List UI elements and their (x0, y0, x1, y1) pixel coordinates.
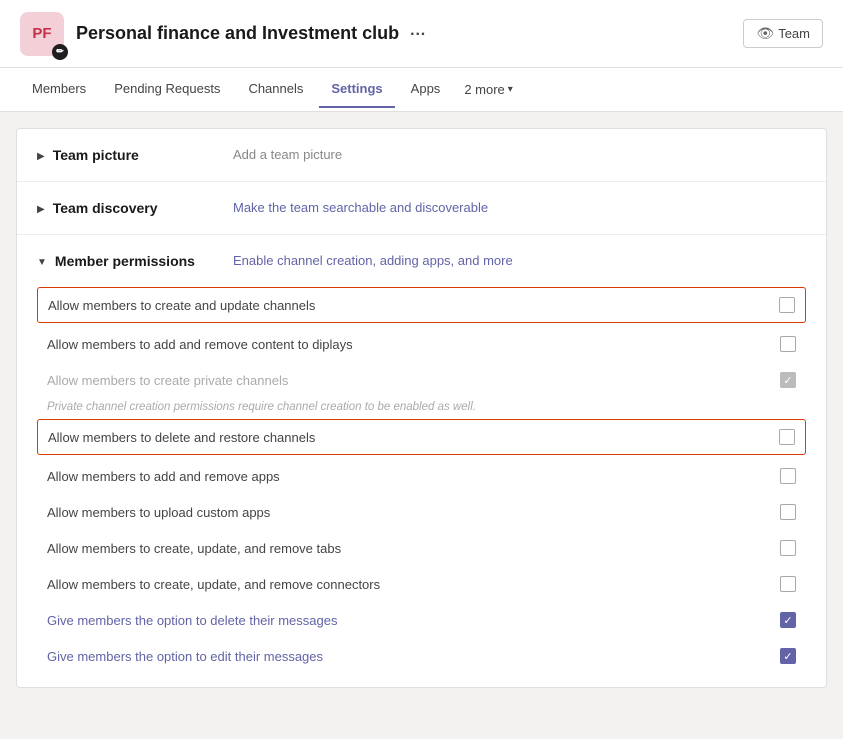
perm-checkbox-create-private-channels[interactable]: ✓ (780, 372, 796, 388)
perm-create-update-remove-connectors: Allow members to create, update, and rem… (37, 567, 806, 601)
perm-checkbox-add-remove-content[interactable] (780, 336, 796, 352)
perm-label: Allow members to create and update chann… (48, 298, 779, 313)
chevron-right-icon: ▶ (37, 151, 45, 162)
perm-label: Allow members to create private channels (47, 373, 780, 388)
tab-apps[interactable]: Apps (399, 71, 453, 108)
tab-members[interactable]: Members (20, 71, 98, 108)
section-team-discovery: ▶ Team discovery Make the team searchabl… (17, 182, 826, 235)
perm-checkbox-create-update-remove-connectors[interactable] (780, 576, 796, 592)
section-team-discovery-desc: Make the team searchable and discoverabl… (233, 200, 806, 215)
perm-label: Allow members to add and remove apps (47, 469, 780, 484)
perm-add-remove-content: Allow members to add and remove content … (37, 327, 806, 361)
chevron-right-icon: ▶ (37, 204, 45, 215)
section-member-permissions: ▼ Member permissions Enable channel crea… (17, 235, 826, 687)
app-header: PF ✏ Personal finance and Investment clu… (0, 0, 843, 68)
perm-checkbox-upload-custom-apps[interactable] (780, 504, 796, 520)
perm-delete-messages: Give members the option to delete their … (37, 603, 806, 637)
perm-delete-restore-channels: Allow members to delete and restore chan… (37, 419, 806, 455)
chevron-down-icon: ▾ (508, 84, 513, 95)
perm-checkbox-delete-messages[interactable]: ✓ (780, 612, 796, 628)
team-button[interactable]: 👁 Team (743, 19, 823, 48)
perm-checkbox-create-update-channels[interactable] (779, 297, 795, 313)
section-team-picture: ▶ Team picture Add a team picture (17, 129, 826, 182)
section-member-permissions-title: Member permissions (55, 253, 195, 269)
perm-checkbox-create-update-remove-tabs[interactable] (780, 540, 796, 556)
perm-create-private-channels: Allow members to create private channels… (37, 363, 806, 397)
perm-create-update-remove-tabs: Allow members to create, update, and rem… (37, 531, 806, 565)
tab-settings[interactable]: Settings (319, 71, 394, 108)
perm-label: Allow members to create, update, and rem… (47, 541, 780, 556)
team-avatar: PF ✏ (20, 12, 64, 56)
section-team-picture-desc: Add a team picture (233, 147, 806, 162)
section-team-picture-header[interactable]: ▶ Team picture Add a team picture (17, 129, 826, 181)
perm-private-channels-note: Private channel creation permissions req… (37, 399, 806, 419)
perm-label: Give members the option to delete their … (47, 613, 780, 628)
perm-checkbox-delete-restore-channels[interactable] (779, 429, 795, 445)
section-team-discovery-title: Team discovery (53, 200, 158, 216)
avatar-edit-icon[interactable]: ✏ (52, 44, 68, 60)
section-team-picture-title: Team picture (53, 147, 139, 163)
tab-channels[interactable]: Channels (236, 71, 315, 108)
permissions-list: Allow members to create and update chann… (17, 287, 826, 687)
perm-upload-custom-apps: Allow members to upload custom apps (37, 495, 806, 529)
perm-checkbox-add-remove-apps[interactable] (780, 468, 796, 484)
section-team-discovery-header[interactable]: ▶ Team discovery Make the team searchabl… (17, 182, 826, 234)
perm-create-update-channels: Allow members to create and update chann… (37, 287, 806, 323)
perm-label: Allow members to create, update, and rem… (47, 577, 780, 592)
team-title: Personal finance and Investment club ··· (76, 23, 743, 44)
eye-icon: 👁 (756, 25, 774, 42)
chevron-down-icon: ▼ (37, 257, 47, 268)
perm-checkbox-edit-messages[interactable]: ✓ (780, 648, 796, 664)
perm-label: Give members the option to edit their me… (47, 649, 780, 664)
perm-label: Allow members to add and remove content … (47, 337, 780, 352)
section-member-permissions-desc: Enable channel creation, adding apps, an… (233, 253, 806, 268)
perm-edit-messages: Give members the option to edit their me… (37, 639, 806, 673)
section-member-permissions-header[interactable]: ▼ Member permissions Enable channel crea… (17, 235, 826, 287)
title-ellipsis[interactable]: ··· (410, 26, 426, 43)
perm-label: Allow members to delete and restore chan… (48, 430, 779, 445)
settings-content: ▶ Team picture Add a team picture ▶ Team… (16, 128, 827, 688)
perm-label: Allow members to upload custom apps (47, 505, 780, 520)
tab-pending-requests[interactable]: Pending Requests (102, 71, 232, 108)
tab-more[interactable]: 2 more ▾ (456, 72, 521, 107)
tab-bar: Members Pending Requests Channels Settin… (0, 68, 843, 112)
perm-add-remove-apps: Allow members to add and remove apps (37, 459, 806, 493)
